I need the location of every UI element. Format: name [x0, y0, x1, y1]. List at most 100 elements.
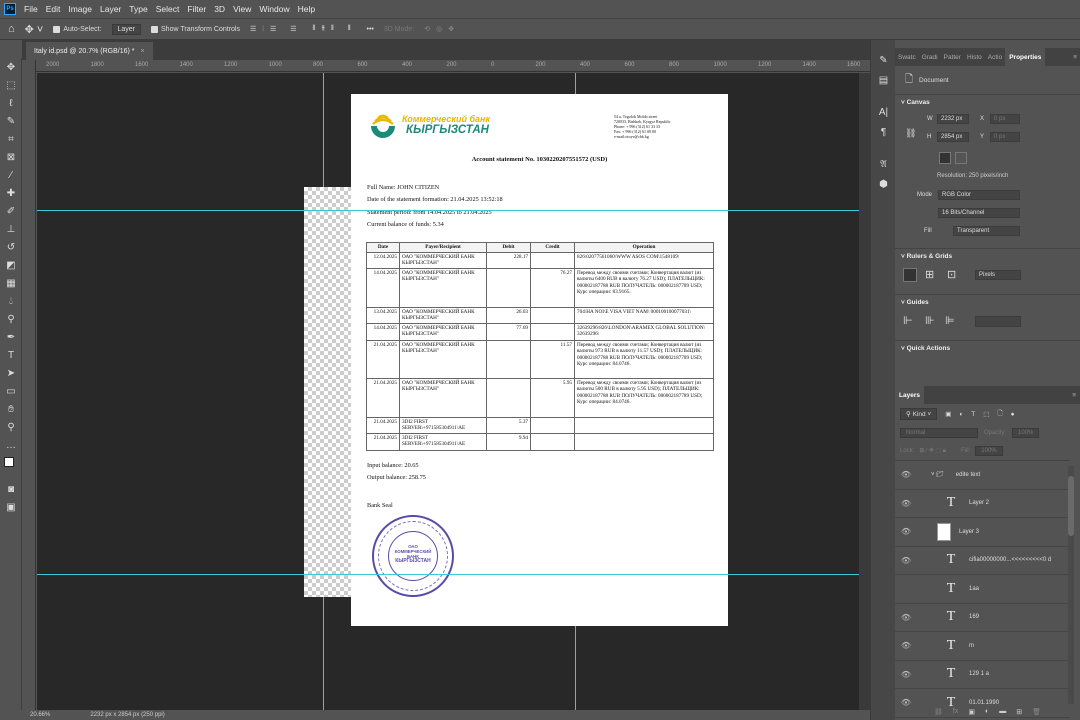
- close-tab-icon[interactable]: ×: [140, 48, 144, 55]
- layer-item[interactable]: T 1aa: [895, 575, 1070, 604]
- layer-name[interactable]: 169: [969, 614, 979, 620]
- quick-mask-icon[interactable]: ◙: [0, 480, 22, 498]
- layer-item[interactable]: 👁︎ T 129 1 a: [895, 661, 1070, 689]
- blur-tool-icon[interactable]: 💧︎: [0, 292, 22, 310]
- canvas-section-header[interactable]: ˅ Canvas: [895, 94, 1080, 110]
- kind-filter-dropdown[interactable]: ⚲ Kind ˅: [900, 408, 938, 420]
- layer-item[interactable]: 👁︎ Tcifia00000000...<<<<<<<<<0 d: [895, 547, 1070, 575]
- character-icon[interactable]: A|: [871, 102, 896, 122]
- link-layers-icon[interactable]: ⛓: [934, 708, 943, 720]
- height-input[interactable]: 2854 px: [937, 132, 969, 142]
- document-tab[interactable]: Italy id.psd @ 20.7% (RGB/16) * ×: [26, 42, 153, 60]
- hand-tool-icon[interactable]: ✋︎: [0, 400, 22, 418]
- guide-layout-icon[interactable]: ⊫: [945, 314, 955, 327]
- frame-tool-icon[interactable]: ⊠: [0, 148, 22, 166]
- document-info[interactable]: 2232 px x 2854 px (250 ppi): [90, 712, 164, 718]
- visibility-eye-icon[interactable]: 👁︎: [895, 698, 917, 707]
- menu-filter[interactable]: Filter: [187, 4, 206, 14]
- layer-name[interactable]: edite text: [956, 472, 980, 478]
- adjustment-layer-icon[interactable]: ◐: [985, 708, 989, 720]
- eraser-tool-icon[interactable]: ◩: [0, 256, 22, 274]
- fill-input[interactable]: 100%: [975, 446, 1003, 456]
- visibility-eye-icon[interactable]: 👁︎: [895, 499, 917, 508]
- auto-select-checkbox[interactable]: Auto-Select:: [53, 25, 102, 33]
- quick-select-tool-icon[interactable]: ✎: [0, 112, 22, 130]
- type-tool-icon[interactable]: T: [0, 346, 22, 364]
- more-options-button[interactable]: •••: [367, 26, 374, 33]
- visibility-eye-icon[interactable]: 👁︎: [895, 613, 917, 622]
- units-dropdown[interactable]: Pixels: [975, 270, 1021, 280]
- guide-style-dropdown[interactable]: [975, 316, 1021, 327]
- folder-icon[interactable]: ˅ 📁︎: [931, 471, 944, 478]
- 3d-icon[interactable]: ⬢: [871, 174, 896, 194]
- landscape-orientation-button[interactable]: [955, 152, 967, 164]
- glyphs-icon[interactable]: 𝔄: [871, 154, 896, 174]
- opacity-input[interactable]: 100%: [1012, 428, 1040, 438]
- zoom-level[interactable]: 20.66%: [30, 712, 50, 718]
- visibility-eye-icon[interactable]: 👁︎: [895, 641, 917, 650]
- tab-layers[interactable]: Layers: [895, 386, 924, 404]
- menu-type[interactable]: Type: [129, 4, 147, 14]
- 3d-orbit-icons[interactable]: ⟲◎✥: [424, 25, 460, 33]
- clone-source-icon[interactable]: ▤: [871, 70, 896, 90]
- tab-patterns[interactable]: Patter: [941, 54, 964, 61]
- menu-file[interactable]: File: [24, 4, 38, 14]
- pen-tool-icon[interactable]: ✒: [0, 328, 22, 346]
- healing-tool-icon[interactable]: ✚: [0, 184, 22, 202]
- fx-icon[interactable]: fx: [953, 708, 958, 720]
- rulers-grids-header[interactable]: ˅ Rulers & Grids: [895, 248, 1080, 264]
- guide-vertical[interactable]: [575, 626, 576, 710]
- guide-vertical[interactable]: [323, 73, 324, 187]
- zoom-tool-icon[interactable]: ⚲: [0, 418, 22, 436]
- color-swatches[interactable]: [0, 454, 22, 480]
- lock-guides-icon[interactable]: ⊪: [925, 314, 935, 327]
- tab-properties[interactable]: Properties: [1005, 48, 1046, 66]
- layer-name[interactable]: cifia00000000...<<<<<<<<<0 d: [969, 557, 1051, 563]
- marquee-tool-icon[interactable]: ⬚: [0, 76, 22, 94]
- width-input[interactable]: 2232 px: [937, 114, 969, 124]
- tab-gradients[interactable]: Gradi: [919, 54, 941, 61]
- layer-item[interactable]: 👁︎ Layer 3: [895, 518, 1070, 547]
- guide-horizontal[interactable]: [37, 210, 859, 211]
- delete-layer-icon[interactable]: 🗑︎: [1032, 708, 1041, 720]
- brush-tool-icon[interactable]: ✐: [0, 202, 22, 220]
- panel-menu-icon[interactable]: ≡: [1069, 392, 1080, 399]
- guide-horizontal[interactable]: [37, 574, 859, 575]
- auto-select-dropdown[interactable]: Layer: [111, 23, 142, 35]
- filter-pixel-icon[interactable]: ▣: [945, 410, 951, 418]
- menu-view[interactable]: View: [233, 4, 251, 14]
- rectangle-tool-icon[interactable]: ▭: [0, 382, 22, 400]
- x-input[interactable]: 0 px: [990, 114, 1020, 124]
- guides-toggle-icon[interactable]: ⊩: [903, 314, 913, 327]
- menu-3d[interactable]: 3D: [214, 4, 225, 14]
- visibility-eye-icon[interactable]: 👁︎: [895, 556, 917, 565]
- visibility-eye-icon[interactable]: 👁︎: [895, 470, 917, 479]
- quick-actions-header[interactable]: ˅ Quick Actions: [895, 340, 1080, 356]
- blend-mode-dropdown[interactable]: Normal: [900, 428, 978, 438]
- add-mask-icon[interactable]: ▣: [968, 708, 975, 720]
- path-select-tool-icon[interactable]: ➤: [0, 364, 22, 382]
- align-icons[interactable]: ☰⫶☰ ☰: [250, 25, 303, 34]
- bit-depth-dropdown[interactable]: 16 Bits/Channel: [938, 208, 1020, 218]
- more-tools-icon[interactable]: …: [0, 436, 22, 454]
- layer-item[interactable]: 👁︎ T 169: [895, 604, 1070, 632]
- layer-name[interactable]: Layer 3: [959, 529, 979, 535]
- history-brush-icon[interactable]: ↺: [0, 238, 22, 256]
- layer-name[interactable]: m: [969, 643, 974, 649]
- tab-history[interactable]: Histo: [964, 54, 985, 61]
- paragraph-icon[interactable]: ¶: [871, 122, 896, 142]
- panel-menu-icon[interactable]: ≡: [1070, 54, 1080, 61]
- menu-window[interactable]: Window: [259, 4, 289, 14]
- layers-scrollbar[interactable]: [1068, 466, 1074, 704]
- fill-dropdown[interactable]: Transparent: [953, 226, 1020, 236]
- filter-smart-object-icon[interactable]: 🗋︎: [997, 409, 1002, 420]
- guides-header[interactable]: ˅ Guides: [895, 294, 1080, 310]
- y-input[interactable]: 0 px: [990, 132, 1020, 142]
- portrait-orientation-button[interactable]: [939, 152, 951, 164]
- distribute-icons[interactable]: ⫴⫵⫴ ⫴: [313, 25, 357, 33]
- screen-mode-icon[interactable]: ▣: [0, 498, 22, 516]
- ruler-toggle-icon[interactable]: [903, 268, 917, 282]
- stamp-tool-icon[interactable]: ⊥: [0, 220, 22, 238]
- show-transform-checkbox[interactable]: Show Transform Controls: [151, 25, 240, 33]
- menu-edit[interactable]: Edit: [46, 4, 61, 14]
